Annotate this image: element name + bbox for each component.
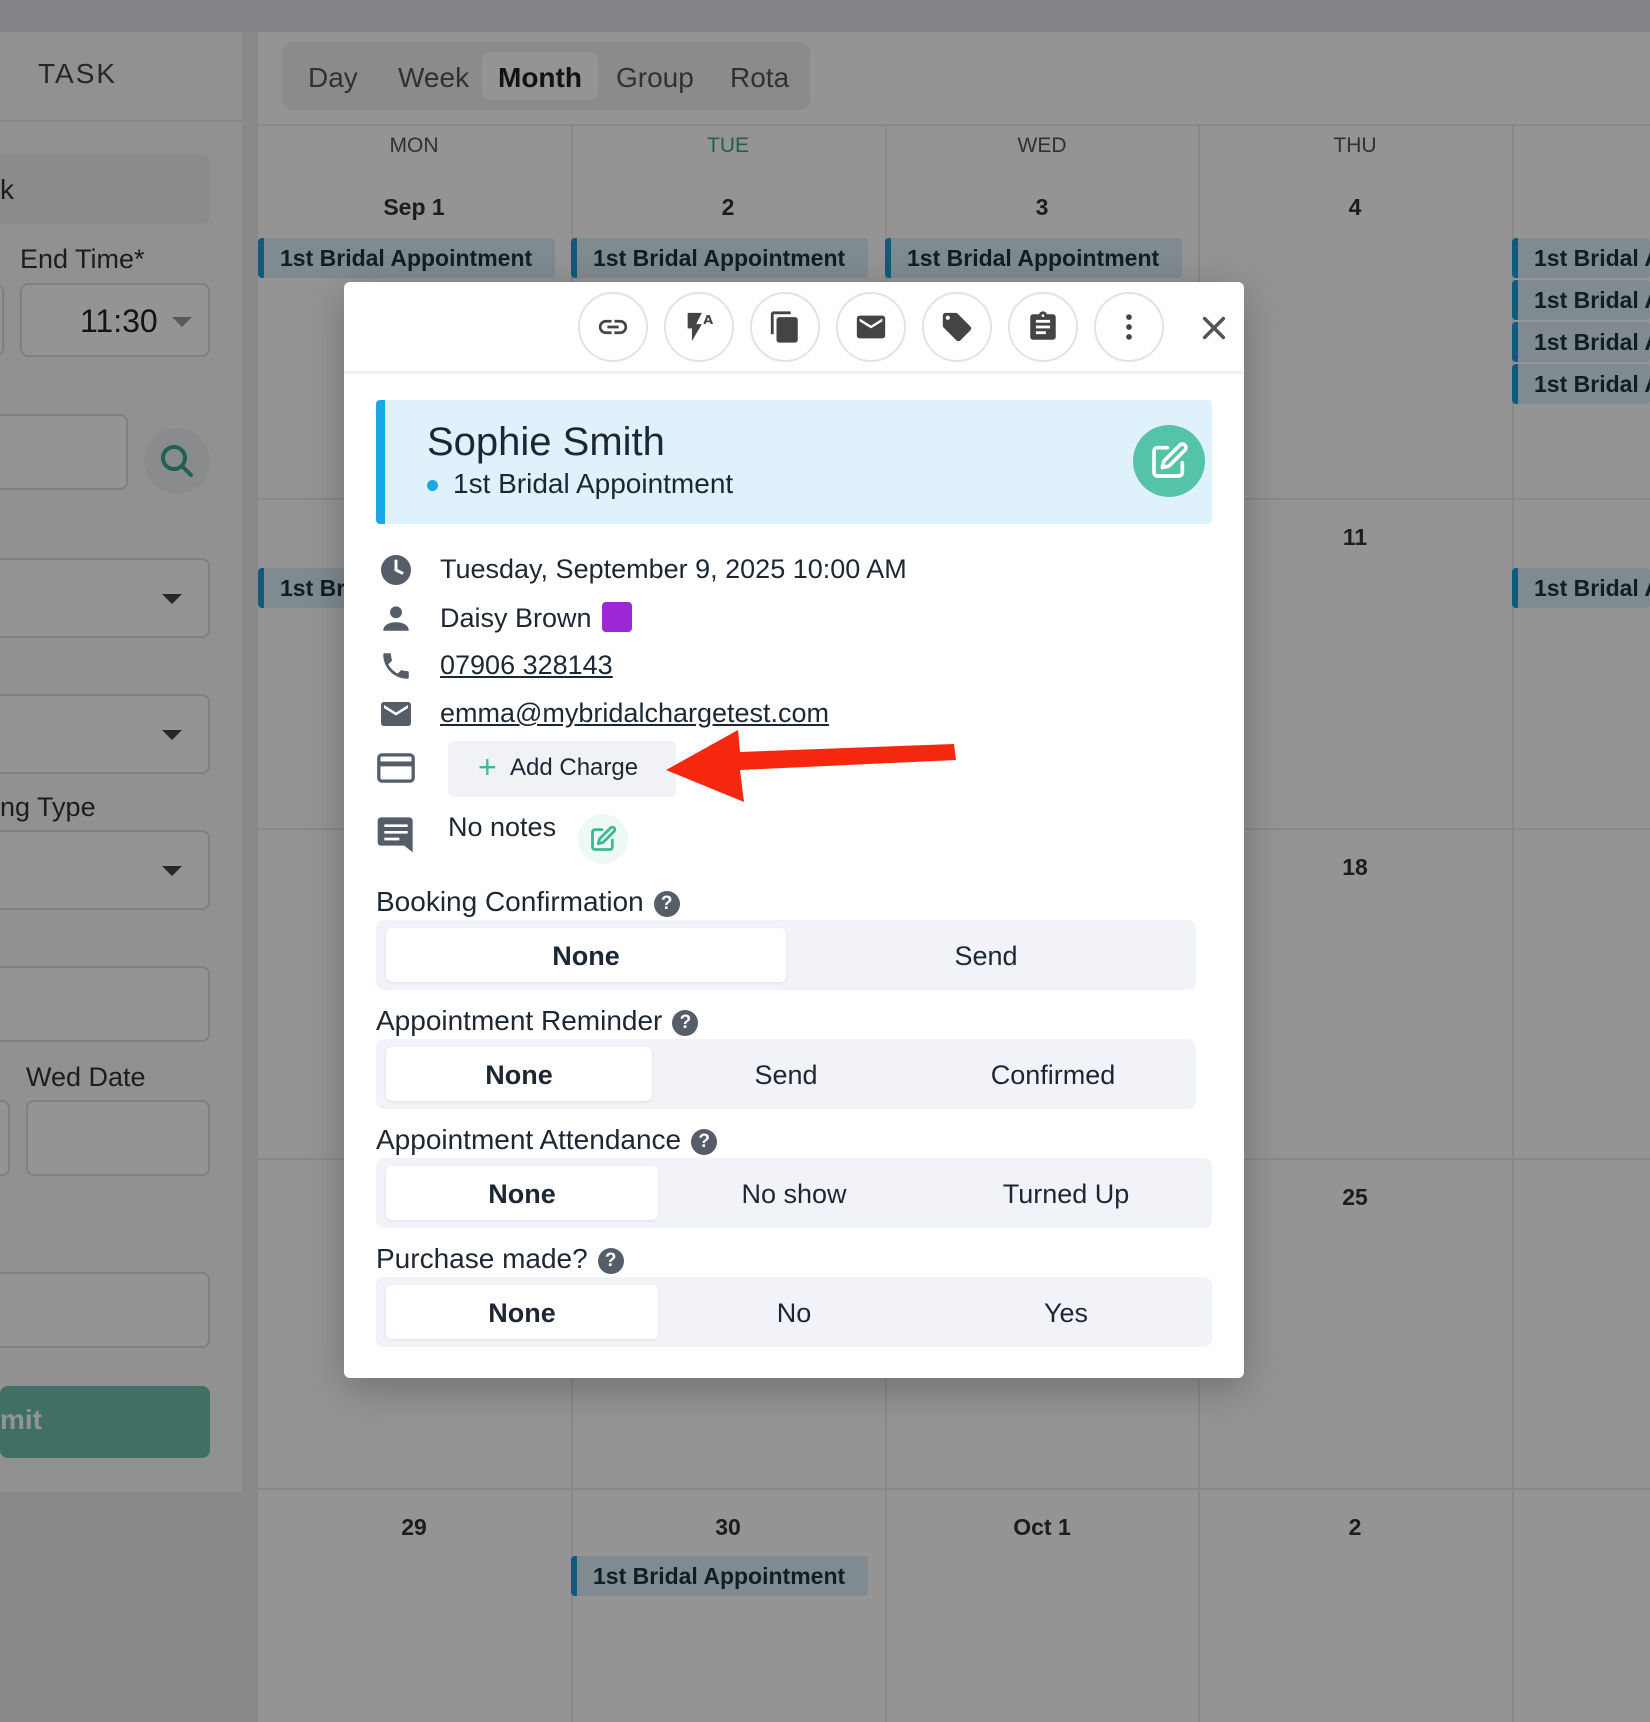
svg-text:A: A [703,313,713,328]
staff-name: Daisy Brown [440,603,592,633]
purchase-made-yes[interactable]: Yes [930,1285,1202,1339]
appointment-type: 1st Bridal Appointment [453,468,734,499]
help-icon[interactable]: ? [672,1010,699,1036]
appointment-type-dot [427,480,438,491]
modal-toolbar: A [344,282,1244,374]
client-name[interactable]: Sophie Smith [427,420,665,465]
app-page: TASK k End Time* 11:30 ng Type Wed Date … [0,0,1650,1722]
duplicate-button[interactable] [750,292,820,362]
phone-link[interactable]: 07906 328143 [440,650,613,681]
datetime-row: Tuesday, September 9, 2025 10:00 AM [376,548,1212,592]
copy-link-button[interactable] [578,292,648,362]
help-icon[interactable]: ? [691,1129,718,1155]
staff-row: Daisy Brown [376,596,1212,640]
purchase-made-none[interactable]: None [386,1285,658,1339]
booking-confirmation-label: Booking Confirmation? [376,886,680,918]
link-icon [598,319,628,335]
appointment-attendance-no-show[interactable]: No show [658,1166,930,1220]
email-icon [856,315,886,339]
purchase-made-label: Purchase made?? [376,1243,624,1275]
booking-confirmation-none[interactable]: None [386,928,786,982]
appointment-attendance-toggle: None No show Turned Up [376,1158,1212,1228]
appointment-details-modal: A Sophie Smith 1st Bridal Appointment Tu… [344,282,1244,1378]
clipboard-icon [1030,311,1056,340]
booking-confirmation-toggle: None Send [376,920,1196,990]
add-charge-label: Add Charge [510,754,639,781]
form-button[interactable] [1008,292,1078,362]
section-label-text: Appointment Reminder [376,1005,663,1036]
appointment-reminder-none[interactable]: None [386,1047,652,1101]
more-vertical-icon [1126,314,1132,340]
tag-icon [942,312,972,342]
add-charge-button[interactable]: + Add Charge [448,741,676,797]
more-options-button[interactable] [1094,292,1164,362]
staff-name-wrap: Daisy Brown [440,602,632,634]
appointment-reminder-send[interactable]: Send [653,1047,919,1101]
phone-row: 07906 328143 [376,644,1212,688]
appointment-reminder-confirmed[interactable]: Confirmed [920,1047,1186,1101]
section-label-text: Booking Confirmation [376,886,644,917]
help-icon[interactable]: ? [597,1248,624,1274]
appointment-datetime: Tuesday, September 9, 2025 10:00 AM [440,554,907,584]
booking-confirmation-send[interactable]: Send [786,928,1186,982]
appointment-attendance-turned-up[interactable]: Turned Up [930,1166,1202,1220]
phone-icon [376,646,416,686]
email-icon [376,694,416,734]
purchase-made-toggle: None No Yes [376,1277,1212,1347]
send-email-button[interactable] [836,292,906,362]
close-icon [1202,316,1226,340]
person-icon [376,598,416,638]
section-label-text: Appointment Attendance [376,1124,682,1155]
copy-icon [770,311,798,343]
tag-button[interactable] [922,292,992,362]
auto-action-button[interactable]: A [664,292,734,362]
staff-color-swatch [601,602,632,632]
edit-icon [591,825,617,851]
appointment-reminder-label: Appointment Reminder? [376,1005,699,1037]
close-button[interactable] [1192,306,1236,350]
section-label-text: Purchase made? [376,1243,588,1274]
flash-font-icon: A [687,312,713,342]
clock-icon [376,550,416,590]
notes-text: No notes [448,812,557,842]
credit-card-icon [376,748,416,788]
appointment-header-card: Sophie Smith 1st Bridal Appointment [376,400,1212,524]
edit-icon [1152,442,1188,478]
annotation-arrow-icon [666,730,956,802]
help-icon[interactable]: ? [653,891,680,917]
email-link[interactable]: emma@mybridalchargetest.com [440,698,829,729]
appointment-attendance-none[interactable]: None [386,1166,658,1220]
edit-notes-button[interactable] [578,814,628,864]
plus-icon: + [478,749,497,785]
notes-icon [376,814,416,854]
edit-appointment-button[interactable] [1133,425,1205,497]
appointment-attendance-label: Appointment Attendance? [376,1124,718,1156]
appointment-reminder-toggle: None Send Confirmed [376,1039,1196,1109]
purchase-made-no[interactable]: No [658,1285,930,1339]
